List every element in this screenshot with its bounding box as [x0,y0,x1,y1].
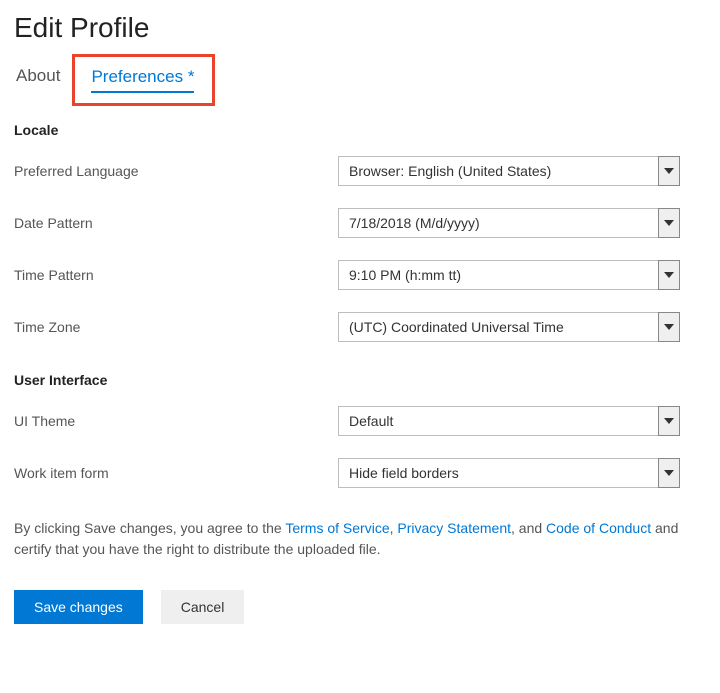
field-ui-theme: UI Theme Default [14,406,706,436]
agreement-prefix: By clicking Save changes, you agree to t… [14,520,285,536]
section-title-locale: Locale [14,122,706,138]
section-locale: Locale Preferred Language Browser: Engli… [14,122,706,342]
select-ui-theme[interactable]: Default [338,406,680,436]
page-title: Edit Profile [14,12,706,44]
link-privacy-statement[interactable]: Privacy Statement [397,520,511,536]
label-date-pattern: Date Pattern [14,215,338,231]
label-time-zone: Time Zone [14,319,338,335]
agreement-sep2: , and [511,520,546,536]
tabs: About Preferences * [14,62,706,94]
link-code-of-conduct[interactable]: Code of Conduct [546,520,651,536]
select-time-pattern[interactable]: 9:10 PM (h:mm tt) [338,260,680,290]
field-date-pattern: Date Pattern 7/18/2018 (M/d/yyyy) [14,208,706,238]
field-time-zone: Time Zone (UTC) Coordinated Universal Ti… [14,312,706,342]
field-work-item-form: Work item form Hide field borders [14,458,706,488]
select-time-zone[interactable]: (UTC) Coordinated Universal Time [338,312,680,342]
button-row: Save changes Cancel [14,590,706,624]
save-button[interactable]: Save changes [14,590,143,624]
label-language: Preferred Language [14,163,338,179]
tab-highlight-box: Preferences * [72,54,215,106]
section-ui: User Interface UI Theme Default Work ite… [14,372,706,488]
field-time-pattern: Time Pattern 9:10 PM (h:mm tt) [14,260,706,290]
field-language: Preferred Language Browser: English (Uni… [14,156,706,186]
agreement-text: By clicking Save changes, you agree to t… [14,518,706,560]
select-language[interactable]: Browser: English (United States) [338,156,680,186]
label-ui-theme: UI Theme [14,413,338,429]
link-terms-of-service[interactable]: Terms of Service [285,520,389,536]
section-title-ui: User Interface [14,372,706,388]
label-time-pattern: Time Pattern [14,267,338,283]
tab-preferences[interactable]: Preferences * [91,63,194,93]
select-work-item-form[interactable]: Hide field borders [338,458,680,488]
label-work-item-form: Work item form [14,465,338,481]
select-date-pattern[interactable]: 7/18/2018 (M/d/yyyy) [338,208,680,238]
tab-about[interactable]: About [16,62,60,94]
cancel-button[interactable]: Cancel [161,590,245,624]
